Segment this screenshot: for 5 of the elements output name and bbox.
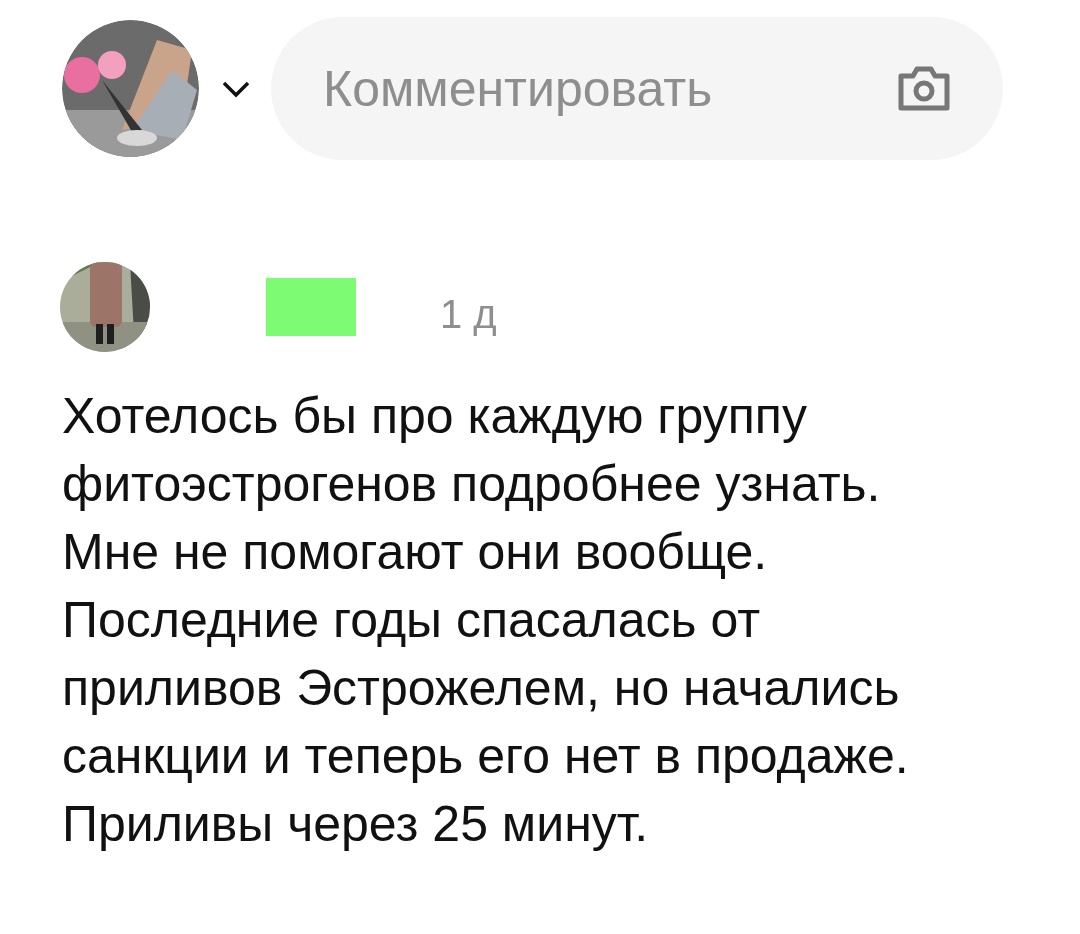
camera-icon[interactable]	[897, 64, 951, 112]
comment-time: 1 д	[440, 291, 497, 338]
comment-field[interactable]: Комментировать	[271, 17, 1003, 160]
chevron-down-icon[interactable]	[221, 79, 251, 98]
comment-text: Хотелось бы про каждую группу фитоэстрогенов подробнее узнать. Мне не помогают они вообще. Последние годы спасалась от приливов Эстрожелем, но начались санкции и теперь его нет в продаже. Приливы через 25 минут.	[62, 387, 910, 854]
